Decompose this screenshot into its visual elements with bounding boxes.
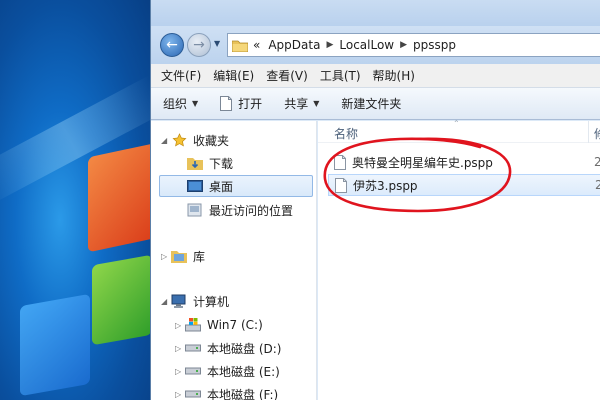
menu-tools[interactable]: 工具(T) xyxy=(320,67,361,84)
file-name: 伊苏3.pspp xyxy=(353,178,418,193)
hard-drive-icon xyxy=(185,340,201,356)
hard-drive-icon xyxy=(185,386,201,400)
arrow-right-icon: → xyxy=(193,37,205,53)
nav-favorites[interactable]: ◢ 收藏夹 xyxy=(151,129,317,151)
command-bar: 组织 ▼ 打开 共享 ▼ 新建文件夹 xyxy=(151,88,600,120)
organize-button[interactable]: 组织 ▼ xyxy=(163,95,198,112)
file-row[interactable]: 伊苏3.pspp 2 xyxy=(328,174,600,196)
address-bar-area: ← → ▼ « AppData ▶ LocalLow ▶ ppsspp xyxy=(151,26,600,64)
downloads-folder-icon xyxy=(187,155,203,171)
menu-file[interactable]: 文件(F) xyxy=(161,67,201,84)
menu-edit[interactable]: 编辑(E) xyxy=(213,67,254,84)
nav-computer[interactable]: ◢ 计算机 xyxy=(151,290,317,312)
collapse-arrow-icon[interactable]: ◢ xyxy=(161,136,171,145)
nav-desktop-label: 桌面 xyxy=(209,179,234,194)
folder-icon xyxy=(232,40,248,52)
share-label: 共享 xyxy=(284,97,309,111)
nav-drive-d-label: 本地磁盘 (D:) xyxy=(207,341,282,356)
desktop-background xyxy=(0,0,150,400)
breadcrumb-ppsspp[interactable]: ppsspp xyxy=(413,38,456,52)
recent-pages-dropdown[interactable]: ▼ xyxy=(214,39,220,48)
open-label: 打开 xyxy=(238,97,263,111)
computer-icon xyxy=(171,293,187,309)
arrow-left-icon: ← xyxy=(166,37,178,53)
column-header-row: ⌃ 名称 修 xyxy=(318,119,600,143)
nav-libraries-label: 库 xyxy=(193,249,206,264)
open-button[interactable]: 打开 xyxy=(220,95,262,112)
file-list-pane: ⌃ 名称 修 奥特曼全明星编年史.pspp 2 伊苏3.pspp 2 xyxy=(318,119,600,400)
nav-desktop[interactable]: 桌面 xyxy=(159,175,313,197)
organize-label: 组织 xyxy=(163,97,188,111)
file-icon xyxy=(334,154,346,170)
nav-downloads[interactable]: 下载 xyxy=(151,152,317,174)
chevron-right-icon[interactable]: ▶ xyxy=(400,40,407,50)
expand-arrow-icon[interactable]: ▷ xyxy=(175,321,185,330)
expand-arrow-icon[interactable]: ▷ xyxy=(175,344,185,353)
nav-libraries[interactable]: ▷ 库 xyxy=(151,245,317,267)
nav-recent-label: 最近访问的位置 xyxy=(209,203,294,218)
desktop-icon xyxy=(187,178,203,194)
new-folder-button[interactable]: 新建文件夹 xyxy=(341,95,401,112)
chevron-down-icon: ▼ xyxy=(313,99,320,108)
file-date: 2 xyxy=(595,178,600,192)
star-icon xyxy=(171,132,187,148)
new-folder-label: 新建文件夹 xyxy=(341,97,402,111)
file-date: 2 xyxy=(594,155,600,169)
back-button[interactable]: ← xyxy=(160,33,184,57)
column-name-header[interactable]: 名称 xyxy=(334,125,358,142)
windows-logo-red-pane xyxy=(88,142,150,253)
nav-downloads-label: 下载 xyxy=(209,156,234,171)
collapse-arrow-icon[interactable]: ◢ xyxy=(161,297,171,306)
address-path-box[interactable]: « AppData ▶ LocalLow ▶ ppsspp xyxy=(227,33,600,57)
hard-drive-icon xyxy=(185,363,201,379)
title-bar[interactable] xyxy=(151,0,600,26)
nav-drive-c-label: Win7 (C:) xyxy=(207,318,263,332)
nav-drive-c[interactable]: ▷ Win7 (C:) xyxy=(151,314,317,336)
breadcrumb-overflow[interactable]: « xyxy=(253,38,260,52)
column-divider[interactable] xyxy=(588,121,589,143)
file-name: 奥特曼全明星编年史.pspp xyxy=(352,155,493,170)
expand-arrow-icon[interactable]: ▷ xyxy=(175,367,185,376)
menu-view[interactable]: 查看(V) xyxy=(266,67,308,84)
sort-caret-icon: ⌃ xyxy=(453,119,460,128)
chevron-down-icon: ▼ xyxy=(192,99,199,108)
navigation-pane: ◢ 收藏夹 下载 桌面 最近访问的位置 ▷ 库 ◢ 计算机 ▷ Win7 (C:… xyxy=(151,121,317,400)
nav-drive-e[interactable]: ▷ 本地磁盘 (E:) xyxy=(151,360,317,382)
expand-arrow-icon[interactable]: ▷ xyxy=(161,252,171,261)
nav-recent[interactable]: 最近访问的位置 xyxy=(151,199,317,221)
windows-logo-green-pane xyxy=(92,254,150,346)
nav-drive-e-label: 本地磁盘 (E:) xyxy=(207,364,280,379)
file-icon xyxy=(335,177,347,193)
breadcrumb-locallow[interactable]: LocalLow xyxy=(339,38,394,52)
windows-logo-blue-pane xyxy=(20,293,90,397)
nav-drive-f[interactable]: ▷ 本地磁盘 (F:) xyxy=(151,383,317,400)
chevron-right-icon[interactable]: ▶ xyxy=(326,40,333,50)
menu-help[interactable]: 帮助(H) xyxy=(373,67,415,84)
menu-bar: 文件(F) 编辑(E) 查看(V) 工具(T) 帮助(H) xyxy=(151,64,600,88)
expand-arrow-icon[interactable]: ▷ xyxy=(175,390,185,399)
column-modified-header[interactable]: 修 xyxy=(594,125,600,142)
nav-computer-label: 计算机 xyxy=(193,294,230,309)
nav-drive-f-label: 本地磁盘 (F:) xyxy=(207,387,279,400)
document-icon xyxy=(220,96,233,111)
nav-drive-d[interactable]: ▷ 本地磁盘 (D:) xyxy=(151,337,317,359)
forward-button[interactable]: → xyxy=(187,33,211,57)
nav-favorites-label: 收藏夹 xyxy=(193,133,230,148)
library-icon xyxy=(171,248,187,264)
windows-drive-icon xyxy=(185,317,201,333)
explorer-window: ← → ▼ « AppData ▶ LocalLow ▶ ppsspp 文件(F… xyxy=(150,0,600,400)
recent-places-icon xyxy=(187,202,203,218)
file-row[interactable]: 奥特曼全明星编年史.pspp 2 xyxy=(328,151,600,173)
share-button[interactable]: 共享 ▼ xyxy=(284,95,319,112)
breadcrumb-appdata[interactable]: AppData xyxy=(268,38,320,52)
